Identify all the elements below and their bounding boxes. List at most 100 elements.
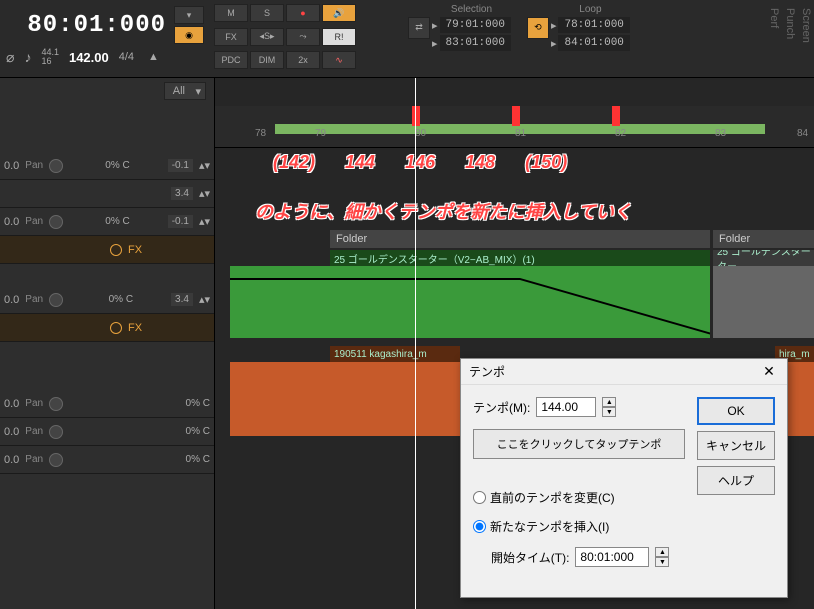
ruler-tick: 80 xyxy=(415,128,426,139)
metronome-icon[interactable]: ⌀ xyxy=(6,49,14,66)
loop-toggle[interactable]: ⟲ xyxy=(527,17,549,39)
vol-knob[interactable] xyxy=(49,159,63,173)
fx-power-icon[interactable] xyxy=(110,244,122,256)
counter-orange-btn[interactable]: ◉ xyxy=(174,26,204,44)
dim-button[interactable]: DIM xyxy=(250,51,284,69)
metronome-toggle-icon[interactable]: ▲ xyxy=(148,51,159,63)
vol-knob[interactable] xyxy=(49,215,63,229)
cancel-button[interactable]: キャンセル xyxy=(697,431,775,460)
track-row[interactable]: 0.0 Pan 0% C xyxy=(0,418,214,446)
mute-button[interactable]: M xyxy=(214,4,248,22)
tempo-marker[interactable] xyxy=(512,106,520,126)
vol-knob[interactable] xyxy=(49,293,63,307)
loop-start[interactable]: 78:01:000 xyxy=(558,17,629,33)
sel-start-icon: ▸ xyxy=(432,19,438,32)
tempo-display[interactable]: 142.00 xyxy=(69,50,109,65)
vol-knob[interactable] xyxy=(49,397,63,411)
fx-button[interactable]: FX xyxy=(214,28,248,46)
perf-tab[interactable]: Perf xyxy=(766,0,782,77)
2x-button[interactable]: 2x xyxy=(286,51,320,69)
pan-label: Pan xyxy=(25,426,43,437)
speaker-button[interactable]: 🔊 xyxy=(322,4,356,22)
clip-header[interactable]: 190511 kagashira_m xyxy=(330,346,460,362)
track-row[interactable]: 0.0 Pan 0% C xyxy=(0,446,214,474)
fx-label: FX xyxy=(128,244,142,256)
ok-button[interactable]: OK xyxy=(697,397,775,425)
track-row[interactable]: 0.0 Pan 0% C xyxy=(0,390,214,418)
close-icon[interactable]: ✕ xyxy=(759,362,779,382)
playhead[interactable] xyxy=(415,78,416,609)
stereo-button[interactable]: ◂S▸ xyxy=(250,28,284,46)
spinner-down[interactable]: ▼ xyxy=(602,407,616,417)
record-button[interactable]: ● xyxy=(286,4,320,22)
start-time-input[interactable] xyxy=(575,547,649,567)
loop-end-icon: ▸ xyxy=(551,37,557,50)
selection-end[interactable]: 83:01:000 xyxy=(440,35,511,51)
punch-tab[interactable]: Punch xyxy=(782,0,798,77)
fx-label: FX xyxy=(128,322,142,334)
selection-label: Selection xyxy=(432,4,511,15)
start-time-label: 開始タイム(T): xyxy=(491,549,569,566)
track-vol: 0.0 xyxy=(4,398,19,410)
track-vol: 0.0 xyxy=(4,216,19,228)
annotation-tempo-values: (142) 144 146 148 (150) xyxy=(273,152,567,173)
fx-chain-button[interactable]: ⤳ xyxy=(286,28,320,46)
audio-clip[interactable] xyxy=(713,266,814,338)
clip-header[interactable]: 25 ゴールデンスターター xyxy=(713,250,814,266)
tap-tempo-button[interactable]: ここをクリックしてタップテンポ xyxy=(473,429,685,459)
vol-knob[interactable] xyxy=(49,453,63,467)
dialog-title: テンポ xyxy=(469,363,505,380)
fx-power-icon[interactable] xyxy=(110,322,122,334)
timeline-ruler[interactable]: 78 79 80 81 82 83 84 xyxy=(215,106,814,148)
gain-value[interactable]: 3.4 xyxy=(171,187,193,200)
track-row[interactable]: 0.0 Pan 0% C 3.4▴▾ xyxy=(0,286,214,314)
ruler-tick: 84 xyxy=(797,128,808,139)
audio-clip[interactable] xyxy=(230,362,460,436)
loop-end[interactable]: 84:01:000 xyxy=(558,35,629,51)
tempo-marker[interactable] xyxy=(612,106,620,126)
spinner-up[interactable]: ▲ xyxy=(602,397,616,407)
bit-depth: 16 xyxy=(41,57,59,66)
track-row[interactable]: 0.0 Pan 0% C -0.1▴▾ xyxy=(0,208,214,236)
track-row[interactable]: 0.0 Pan 0% C -0.1▴▾ xyxy=(0,152,214,180)
fx-row[interactable]: FX xyxy=(0,314,214,342)
spinner-down[interactable]: ▼ xyxy=(655,557,669,567)
selection-start[interactable]: 79:01:000 xyxy=(440,17,511,33)
folder-header[interactable]: Folder xyxy=(330,230,710,248)
fx-row[interactable]: FX xyxy=(0,236,214,264)
tuning-fork-icon[interactable]: ♪ xyxy=(24,49,31,65)
folder-header[interactable]: Folder xyxy=(713,230,814,248)
radio-change-prev[interactable] xyxy=(473,491,486,504)
pan-label: Pan xyxy=(25,294,43,305)
tempo-input[interactable] xyxy=(536,397,596,417)
gain-value[interactable]: -0.1 xyxy=(168,215,193,228)
envelope-line[interactable] xyxy=(230,278,520,280)
timesig-display[interactable]: 4/4 xyxy=(119,51,134,63)
pan-label: Pan xyxy=(25,216,43,227)
spinner-up[interactable]: ▲ xyxy=(655,547,669,557)
wave-button[interactable]: ∿ xyxy=(322,51,356,69)
clip-header[interactable]: 25 ゴールデンスターター（V2−AB_MIX）(1) xyxy=(330,250,710,266)
toolbar-btn-grid: M S ● 🔊 FX ◂S▸ ⤳ R! PDC DIM 2x ∿ xyxy=(210,0,396,77)
tempo-marker[interactable] xyxy=(412,106,420,126)
counter-mode-btn[interactable]: ▾ xyxy=(174,6,204,24)
vol-knob[interactable] xyxy=(49,425,63,439)
gain-value[interactable]: 3.4 xyxy=(171,293,193,306)
radio-insert-new[interactable] xyxy=(473,520,486,533)
track-vol: 0.0 xyxy=(4,454,19,466)
track-vol: 0.0 xyxy=(4,160,19,172)
pan-value: 0% C xyxy=(109,294,133,305)
sel-link-icon[interactable]: ⇄ xyxy=(408,17,430,39)
ruler-tick: 82 xyxy=(615,128,626,139)
track-filter-dropdown[interactable]: All xyxy=(164,82,206,100)
gain-value[interactable]: -0.1 xyxy=(168,159,193,172)
track-row[interactable]: 3.4▴▾ xyxy=(0,180,214,208)
pdc-button[interactable]: PDC xyxy=(214,51,248,69)
help-button[interactable]: ヘルプ xyxy=(697,466,775,495)
annotation-text: のように、細かくテンポを新たに挿入していく xyxy=(255,198,632,224)
screen-tab[interactable]: Screen xyxy=(798,0,814,77)
track-vol: 0.0 xyxy=(4,294,19,306)
solo-button[interactable]: S xyxy=(250,4,284,22)
ri-button[interactable]: R! xyxy=(322,28,356,46)
main-time-counter[interactable]: 80:01:000 xyxy=(27,12,166,39)
